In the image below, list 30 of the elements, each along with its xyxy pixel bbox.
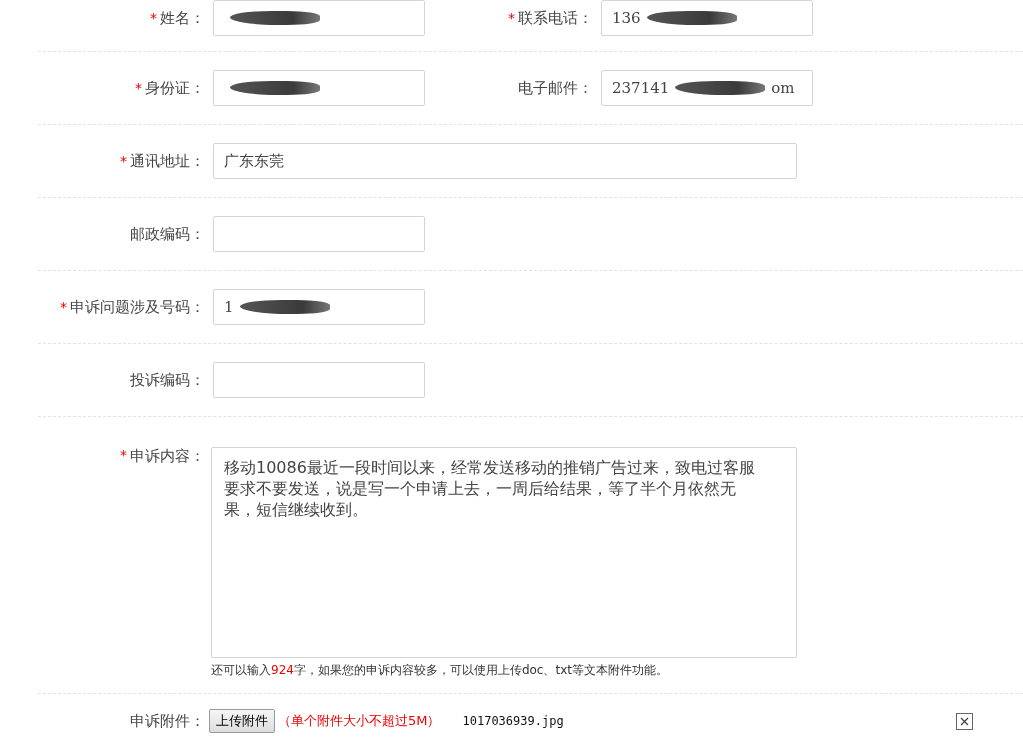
required-asterisk: *: [120, 153, 127, 169]
field-label: 姓名：: [160, 8, 205, 28]
input-field[interactable]: 237141 om: [601, 70, 813, 106]
input-field[interactable]: 136: [601, 0, 813, 36]
input-field[interactable]: [213, 216, 425, 252]
size-note: （单个附件大小不超过5M）: [278, 712, 441, 730]
input-field[interactable]: [213, 362, 425, 398]
text-area[interactable]: 移动10086最近一段时间以来，经常发送移动的推销广告过来，致电过客服要求不要发送，说是写一个申请上去，一周后给结果，等了半个月依然无果，短信继续收到。: [211, 447, 797, 658]
input-field[interactable]: [213, 0, 425, 36]
required-asterisk: *: [120, 447, 127, 463]
field-label: 申诉问题涉及号码：: [70, 297, 205, 317]
field-label: 身份证：: [145, 78, 205, 98]
field-label: 邮政编码：: [130, 224, 205, 244]
required-asterisk: *: [60, 299, 67, 315]
field-label: 通讯地址：: [130, 151, 205, 171]
field-label: 申诉内容：: [130, 447, 205, 466]
required-asterisk: *: [135, 80, 142, 96]
input-field[interactable]: 1: [213, 289, 425, 325]
input-field[interactable]: [213, 70, 425, 106]
required-asterisk: *: [508, 10, 515, 26]
field-label: 投诉编码：: [130, 370, 205, 390]
file-name: 1017036939.jpg: [462, 714, 564, 728]
input-field[interactable]: 广东东莞: [213, 143, 797, 179]
field-label: 电子邮件：: [518, 78, 593, 98]
upload-button[interactable]: 上传附件: [209, 709, 275, 733]
field-label: 申诉附件：: [130, 711, 205, 731]
close-icon[interactable]: [955, 712, 973, 730]
required-asterisk: *: [150, 10, 157, 26]
field-label: 联系电话：: [518, 8, 593, 28]
hint-text: 还可以输入924字，如果您的申诉内容较多，可以使用上传doc、txt等文本附件功能。: [211, 662, 669, 679]
